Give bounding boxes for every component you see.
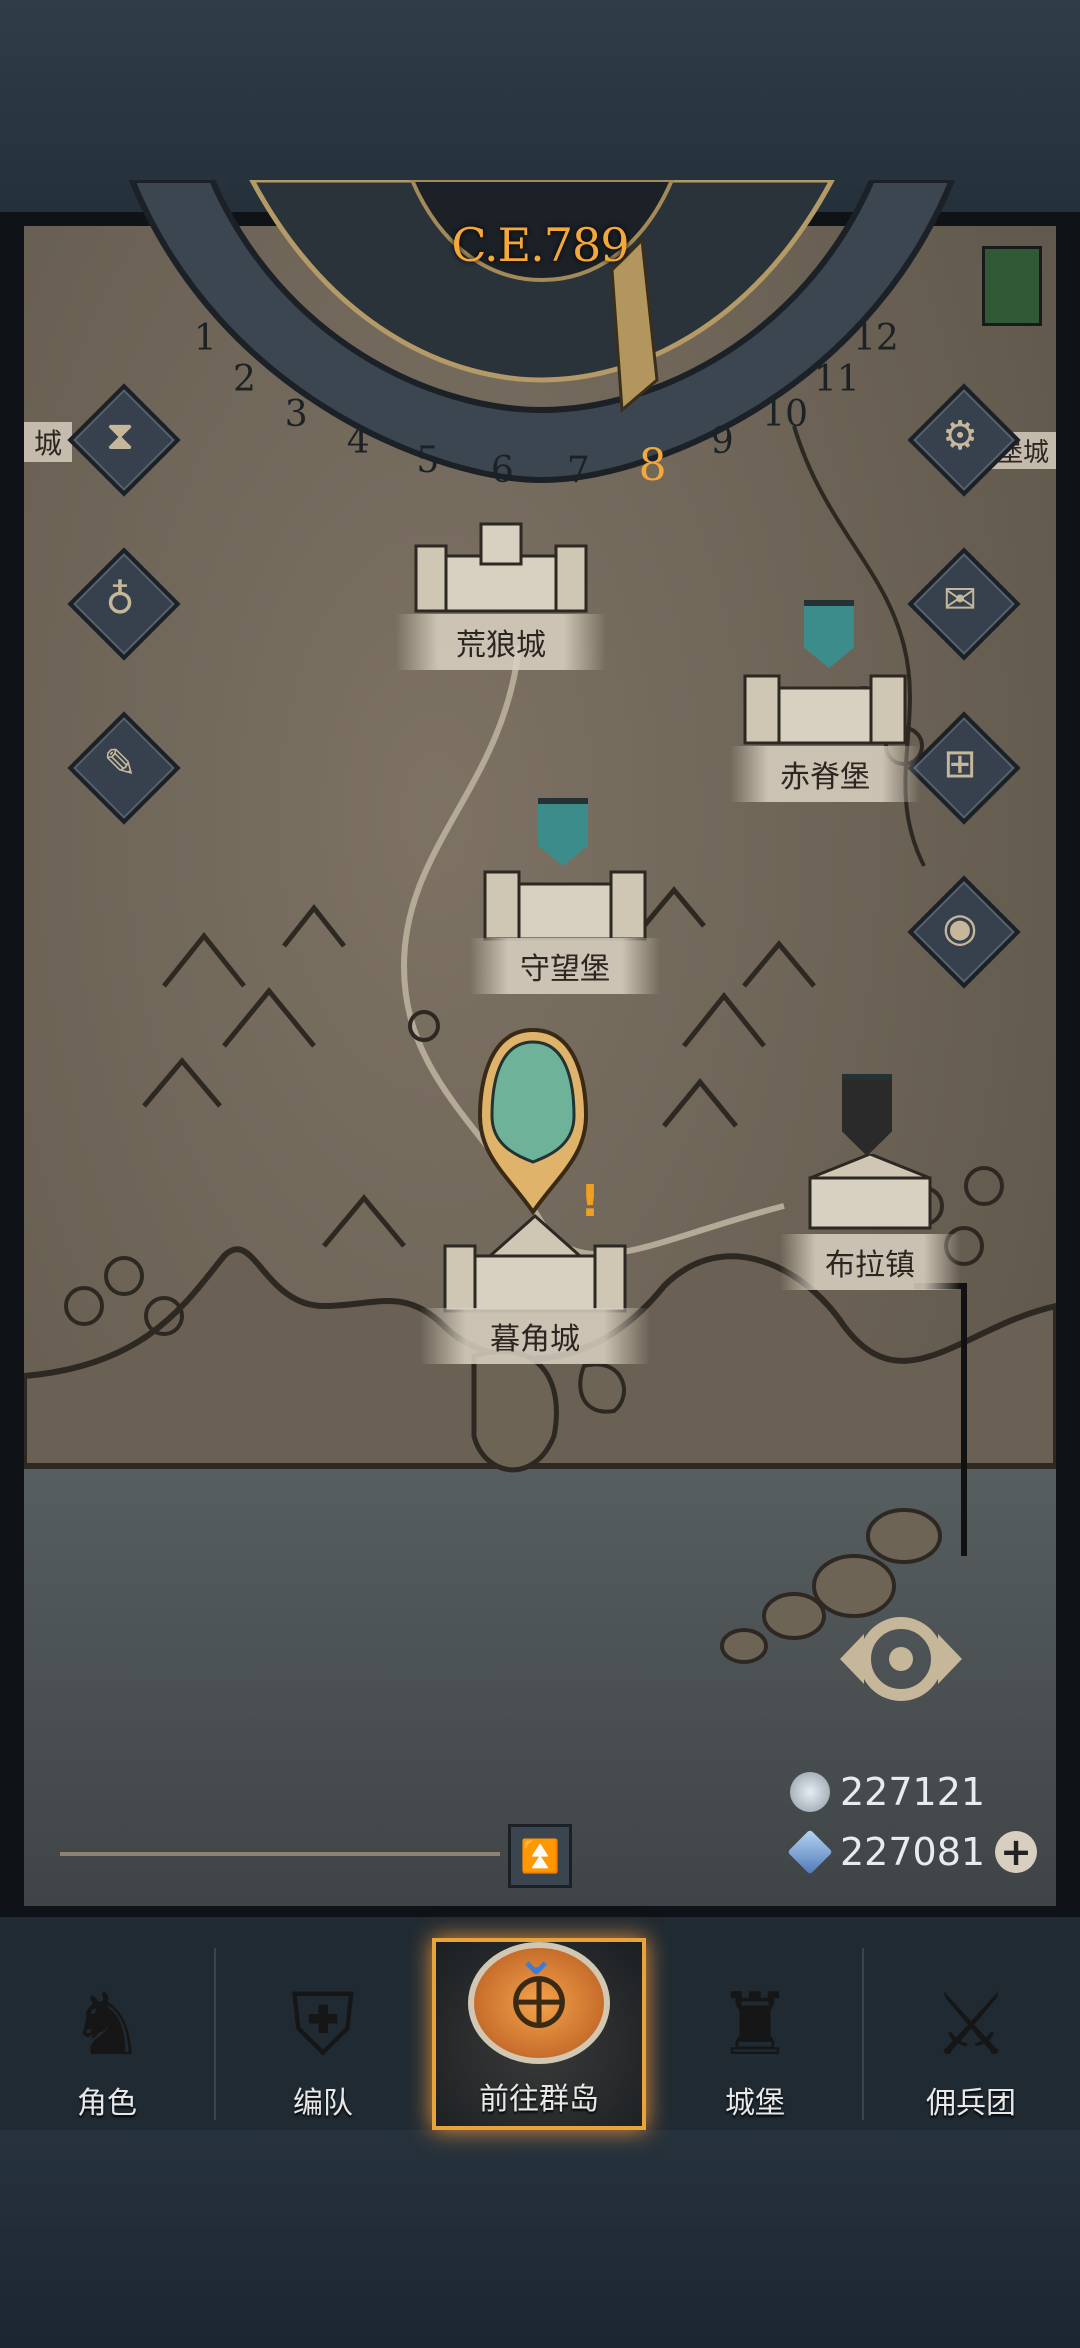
edge-city-left-label: 城 bbox=[24, 422, 72, 462]
add-crystal-button[interactable]: + bbox=[995, 1830, 1038, 1874]
month-11: 11 bbox=[813, 358, 860, 400]
tab-label: 编队 bbox=[293, 2086, 353, 2121]
tab-castle[interactable]: ♜ 城堡 bbox=[648, 1938, 862, 2130]
crystal-amount: 227081 bbox=[840, 1830, 986, 1874]
month-10: 10 bbox=[762, 393, 809, 435]
gear-icon: ⚙ bbox=[942, 413, 978, 459]
kingdom-flag[interactable] bbox=[982, 246, 1042, 326]
grid-icon: ⊞ bbox=[943, 741, 977, 787]
castle-icon bbox=[414, 522, 588, 613]
locate-button[interactable] bbox=[836, 1604, 966, 1714]
silver-coin-icon bbox=[790, 1772, 830, 1812]
chevron-down-icon: ⌄ bbox=[516, 1930, 557, 1986]
helmet-icon: ⛨ bbox=[290, 1975, 356, 2075]
faction-banner-dark bbox=[842, 1074, 892, 1156]
city-bula[interactable]: 布拉镇 bbox=[780, 1074, 960, 1290]
tab-character[interactable]: ♞ 角色 bbox=[0, 1938, 214, 2130]
month-12: 12 bbox=[853, 318, 899, 360]
crystal-icon bbox=[787, 1829, 833, 1875]
month-3: 3 bbox=[284, 393, 308, 435]
city-chiji[interactable]: 赤脊堡 bbox=[730, 600, 920, 802]
coin-icon: ◉ bbox=[942, 905, 978, 951]
city-label: 荒狼城 bbox=[396, 614, 606, 670]
castle-icon bbox=[483, 870, 647, 941]
city-label: 赤脊堡 bbox=[730, 746, 920, 802]
month-5: 5 bbox=[416, 440, 440, 482]
city-huanglang[interactable]: 荒狼城 bbox=[396, 506, 606, 670]
city-label: 暮角城 bbox=[420, 1308, 650, 1364]
tab-label: 角色 bbox=[77, 2086, 137, 2121]
mail-button[interactable]: ✉ bbox=[907, 547, 1021, 661]
city-label: 布拉镇 bbox=[780, 1234, 960, 1290]
silver-counter: 227121 bbox=[790, 1770, 985, 1814]
month-4: 4 bbox=[346, 421, 370, 463]
castle-icon: ♜ bbox=[716, 1975, 794, 2075]
tab-label: 佣兵团 bbox=[926, 2086, 1016, 2121]
crystal-counter: 227081 + bbox=[787, 1829, 1038, 1875]
city-shouwang[interactable]: 守望堡 bbox=[470, 798, 660, 994]
grid-button[interactable]: ⊞ bbox=[907, 711, 1021, 825]
month-2: 2 bbox=[233, 358, 256, 400]
month-9: 9 bbox=[710, 421, 734, 462]
month-8: 8 bbox=[638, 440, 667, 492]
tab-label: 城堡 bbox=[725, 2086, 785, 2121]
knight-icon: ♞ bbox=[68, 1975, 146, 2075]
bottom-bar bbox=[0, 2130, 1080, 2348]
calendar-year: C.E.789 bbox=[451, 218, 629, 272]
mercenary-icon: ⚔ bbox=[932, 1975, 1010, 2075]
month-6: 6 bbox=[490, 449, 514, 491]
city-mujiao[interactable]: ! 暮角城 bbox=[420, 1026, 650, 1366]
castle-icon bbox=[443, 1213, 627, 1313]
tab-mercenaries[interactable]: ⚔ 佣兵团 bbox=[864, 1938, 1078, 2130]
collapse-button[interactable]: ⏫ bbox=[508, 1824, 572, 1888]
tab-label: 前往群岛 bbox=[479, 2082, 599, 2117]
bag-button[interactable]: ♁ bbox=[67, 547, 181, 661]
coin-button[interactable]: ◉ bbox=[907, 875, 1021, 989]
tab-islands[interactable]: ⌄ 🜨 前往群岛 bbox=[432, 1930, 646, 2130]
hourglass-icon: ⧗ bbox=[105, 413, 135, 459]
castle-icon bbox=[808, 1154, 932, 1230]
silver-amount: 227121 bbox=[840, 1770, 986, 1814]
month-1: 1 bbox=[193, 318, 217, 360]
scroll-icon: ✎ bbox=[103, 741, 137, 787]
mail-icon: ✉ bbox=[943, 577, 977, 623]
player-helmet-marker bbox=[478, 1027, 588, 1216]
tab-formation[interactable]: ⛨ 编队 bbox=[216, 1938, 430, 2130]
bag-icon: ♁ bbox=[105, 577, 135, 623]
scroll-button[interactable]: ✎ bbox=[67, 711, 181, 825]
castle-icon bbox=[743, 674, 907, 745]
map-scroll-track bbox=[60, 1852, 500, 1856]
city-label: 守望堡 bbox=[470, 938, 660, 994]
hourglass-button[interactable]: ⧗ bbox=[67, 383, 181, 497]
settings-button[interactable]: ⚙ bbox=[907, 383, 1021, 497]
month-7: 7 bbox=[566, 449, 590, 491]
